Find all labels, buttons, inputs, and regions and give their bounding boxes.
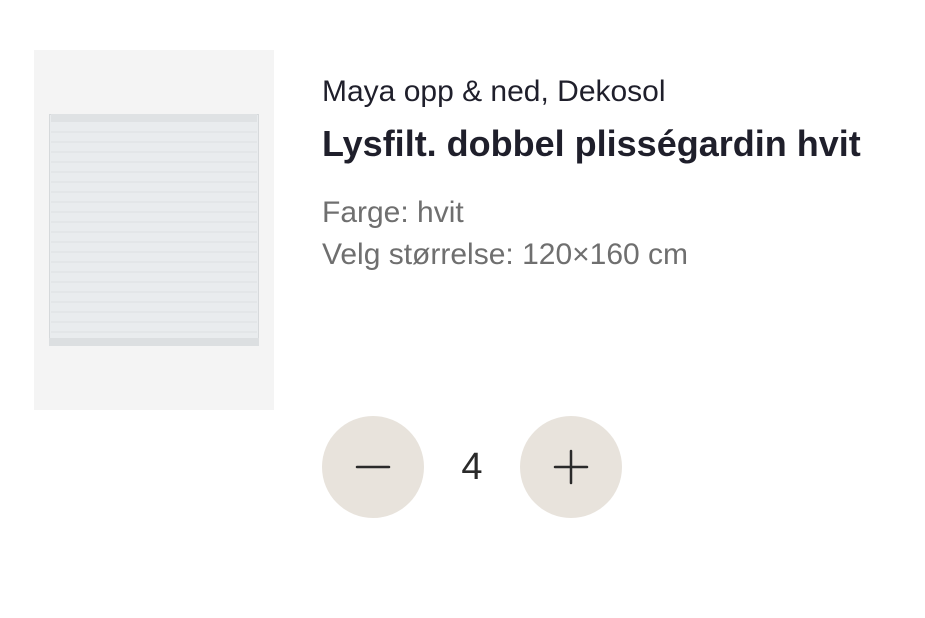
product-brand: Maya opp & ned, Dekosol: [322, 75, 666, 108]
product-image: [34, 50, 274, 410]
minus-icon: [355, 465, 391, 469]
increase-quantity-button[interactable]: [520, 416, 622, 518]
quantity-value: 4: [461, 445, 483, 488]
product-details: Maya opp & ned, Dekosol Lysfilt. dobbel …: [322, 70, 902, 276]
pleated-blind-image: [49, 114, 259, 346]
plus-icon: [553, 449, 589, 485]
quantity-stepper: 4: [322, 416, 622, 518]
product-size: Velg størrelse: 120×160 cm: [322, 238, 689, 271]
product-color: Farge: hvit: [322, 196, 464, 229]
product-title[interactable]: Lysfilt. dobbel plisségardin hvit: [322, 114, 882, 174]
decrease-quantity-button[interactable]: [322, 416, 424, 518]
